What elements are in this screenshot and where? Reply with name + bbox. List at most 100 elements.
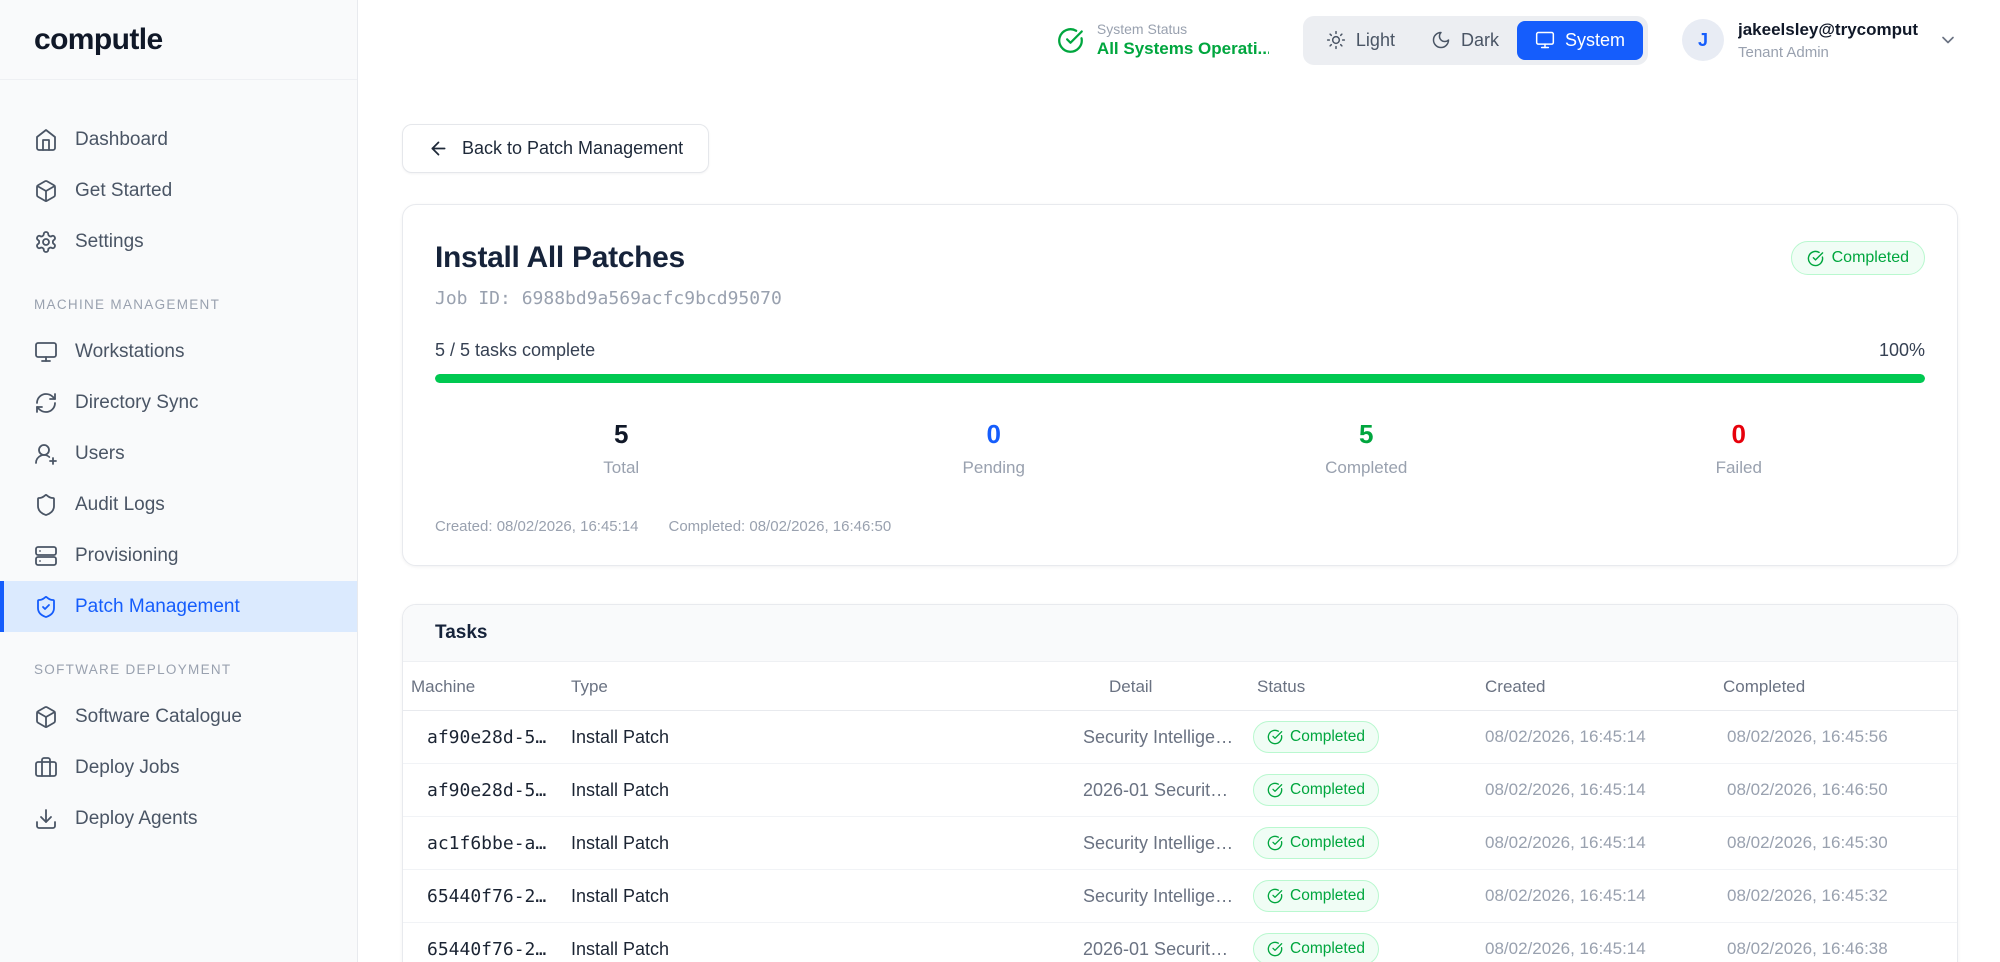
task-created-cell: 08/02/2026, 16:45:14 (1473, 816, 1715, 870)
task-type-cell: Install Patch (563, 869, 1075, 923)
table-row: af90e28d-544... Install Patch Security I… (403, 710, 1957, 764)
monitor-icon (1535, 30, 1555, 50)
table-row: 65440f76-231... Install Patch Security I… (403, 869, 1957, 923)
check-circle-icon (1267, 941, 1283, 957)
app-logo[interactable]: computle (34, 23, 163, 57)
stat-block: 5 Completed (1180, 419, 1553, 478)
sidebar-section-software-deployment: SOFTWARE DEPLOYMENT (34, 662, 232, 677)
theme-option-label: System (1564, 29, 1625, 50)
check-circle-icon (1057, 27, 1084, 54)
sidebar-item-label: Dashboard (75, 128, 168, 150)
sidebar-item[interactable]: Get Started (0, 165, 357, 216)
sidebar-item[interactable]: Settings (0, 216, 357, 267)
job-created-timestamp: Created: 08/02/2026, 16:45:14 (435, 518, 639, 535)
task-created-cell: 08/02/2026, 16:45:14 (1473, 869, 1715, 923)
theme-option-button[interactable]: Dark (1413, 21, 1517, 60)
theme-option-button[interactable]: Light (1308, 21, 1413, 60)
task-completed-cell: 08/02/2026, 16:46:50 (1715, 763, 1957, 817)
task-status-cell: Completed (1245, 710, 1473, 764)
task-status-cell: Completed (1245, 763, 1473, 817)
stat-label: Pending (962, 458, 1025, 477)
sidebar-item-label: Users (75, 442, 125, 464)
theme-option-button[interactable]: System (1516, 20, 1643, 60)
system-status-label: System Status (1096, 21, 1188, 37)
column-header: Completed (1715, 662, 1957, 711)
task-detail-cell: 2026-01 Security Update (KB5074109) (261… (1075, 763, 1245, 817)
system-status-value: All Systems Operati... (1096, 39, 1269, 58)
table-row: ac1f6bbe-a37... Install Patch Security I… (403, 816, 1957, 870)
topbar: System Status All Systems Operati... Lig… (358, 0, 2000, 80)
stat-value: 5 (614, 419, 629, 449)
progress-bar (435, 374, 1925, 383)
sidebar-item[interactable]: Workstations (0, 326, 357, 377)
sync-icon (34, 391, 58, 415)
task-status-cell: Completed (1245, 923, 1473, 962)
sidebar-machine-nav: Workstations Directory Sync Users Audit … (0, 326, 357, 632)
tasks-card: Tasks Machine Type Detail Status Created Comp… (402, 604, 1958, 962)
stat-label: Failed (1715, 458, 1762, 477)
sidebar-item[interactable]: Provisioning (0, 530, 357, 581)
tasks-table-header-row: Machine Type Detail Status Created Completed (403, 662, 1957, 711)
sun-icon (1326, 30, 1346, 50)
check-circle-icon (1267, 835, 1283, 851)
sidebar-item[interactable]: Audit Logs (0, 479, 357, 530)
job-status-badge: Completed (1790, 241, 1925, 275)
back-button[interactable]: Back to Patch Management (402, 124, 710, 173)
download-icon (34, 807, 58, 831)
task-created-cell: 08/02/2026, 16:45:14 (1485, 939, 1646, 959)
check-circle-icon (1267, 729, 1283, 745)
sidebar-item[interactable]: Dashboard (0, 114, 357, 165)
sidebar-section-machine-management: MACHINE MANAGEMENT (34, 297, 221, 312)
sidebar: computle Dashboard Get Started Settings (0, 0, 358, 962)
sidebar-item-label: Directory Sync (75, 391, 199, 413)
user-role: Tenant Admin (1738, 43, 1829, 61)
arrow-left-icon (428, 138, 449, 159)
machine-id-cell: 65440f76-231... (403, 869, 563, 923)
theme-option-label: Dark (1460, 29, 1499, 50)
sidebar-item-label: Patch Management (75, 595, 240, 617)
progress-bar-fill (435, 374, 1925, 383)
stat-value: 5 (1359, 419, 1374, 449)
gear-icon (34, 230, 58, 254)
package-icon (34, 705, 58, 729)
sidebar-item-label: Deploy Jobs (75, 756, 180, 778)
sidebar-item[interactable]: Deploy Agents (0, 793, 357, 844)
theme-toggle: Light Dark System (1302, 15, 1648, 65)
shield-check-icon (34, 595, 58, 619)
task-type-cell: Install Patch (571, 938, 670, 959)
stat-label: Total (603, 458, 640, 477)
task-status-cell: Completed (1245, 816, 1473, 870)
task-status-cell: Completed (1245, 869, 1473, 923)
stat-block: 0 Failed (1553, 419, 1926, 478)
check-circle-icon (1807, 250, 1823, 266)
task-completed-cell: 08/02/2026, 16:45:30 (1715, 816, 1957, 870)
sidebar-item-label: Provisioning (75, 544, 179, 566)
machine-id-cell: af90e28d-544... (403, 710, 563, 764)
sidebar-item[interactable]: Software Catalogue (0, 691, 357, 742)
tasks-table: Machine Type Detail Status Created Completed … (403, 662, 1957, 962)
column-header: Created (1473, 662, 1715, 711)
status-badge: Completed (1253, 774, 1379, 806)
user-menu[interactable]: J jakeelsley@trycomputl... Tenant Admin (1682, 19, 1958, 61)
job-summary-card: Install All Patches Job ID: 6988bd9a569a… (402, 204, 1958, 566)
job-id: Job ID: 6988bd9a569acfc9bcd95070 (435, 288, 782, 309)
sidebar-item[interactable]: Users (0, 428, 357, 479)
job-title: Install All Patches (435, 241, 685, 274)
sidebar-item[interactable]: Directory Sync (0, 377, 357, 428)
system-status[interactable]: System Status All Systems Operati... (1057, 21, 1269, 59)
sidebar-item-label: Settings (75, 230, 144, 252)
check-circle-icon (1267, 782, 1283, 798)
machine-id-cell: af90e28d-544... (403, 763, 563, 817)
status-badge: Completed (1253, 933, 1379, 962)
chevron-down-icon[interactable] (1932, 30, 1958, 50)
task-created-cell: 08/02/2026, 16:45:14 (1473, 763, 1715, 817)
sidebar-item[interactable]: Deploy Jobs (0, 742, 357, 793)
stat-value: 0 (1731, 419, 1746, 449)
task-type-cell: Install Patch (563, 763, 1075, 817)
sidebar-item-label: Software Catalogue (75, 705, 242, 727)
user-email: jakeelsley@trycomputl... (1738, 19, 1918, 39)
sidebar-item-label: Deploy Agents (75, 807, 198, 829)
progress-percent: 100% (1878, 340, 1925, 360)
briefcase-icon (34, 756, 58, 780)
sidebar-item[interactable]: Patch Management (0, 581, 357, 632)
